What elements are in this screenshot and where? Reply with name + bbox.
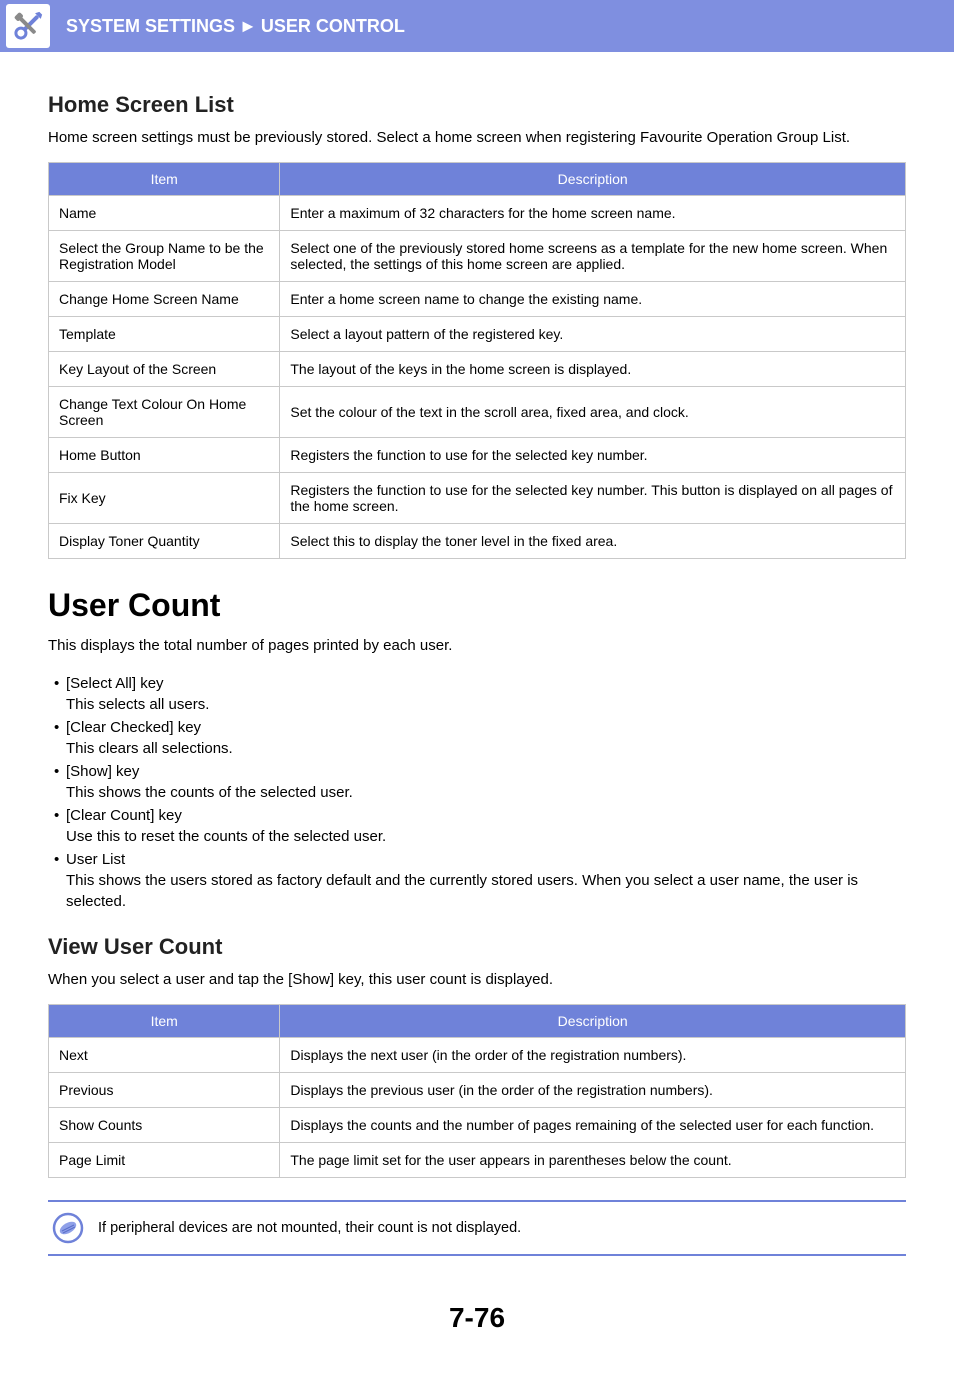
cell-item: Next xyxy=(49,1037,280,1072)
key-name: [Clear Count] key xyxy=(66,807,182,824)
cell-item: Home Button xyxy=(49,438,280,473)
cell-item: Previous xyxy=(49,1072,280,1107)
key-desc: This selects all users. xyxy=(66,694,906,715)
breadcrumb-part1: SYSTEM SETTINGS xyxy=(66,16,235,37)
table-head-item: Item xyxy=(49,163,280,196)
table-row: Display Toner QuantitySelect this to dis… xyxy=(49,524,906,559)
bullet-icon: • xyxy=(54,849,59,870)
note-text: If peripheral devices are not mounted, t… xyxy=(98,1220,521,1236)
cell-desc: The page limit set for the user appears … xyxy=(280,1142,906,1177)
page-number: 7-76 xyxy=(48,1302,906,1364)
table-row: TemplateSelect a layout pattern of the r… xyxy=(49,317,906,352)
cell-desc: Registers the function to use for the se… xyxy=(280,473,906,524)
table-head-desc: Description xyxy=(280,1004,906,1037)
key-name: User List xyxy=(66,851,125,868)
header-band: SYSTEM SETTINGS ► USER CONTROL xyxy=(0,0,954,52)
user-count-key-list: • [Select All] key This selects all users.… xyxy=(48,673,906,912)
user-count-intro: This displays the total number of pages … xyxy=(48,636,906,656)
cell-desc: The layout of the keys in the home scree… xyxy=(280,352,906,387)
cell-item: Select the Group Name to be the Registra… xyxy=(49,231,280,282)
table-row: Select the Group Name to be the Registra… xyxy=(49,231,906,282)
cell-desc: Set the colour of the text in the scroll… xyxy=(280,387,906,438)
key-desc: This clears all selections. xyxy=(66,738,906,759)
user-count-heading: User Count xyxy=(48,587,906,624)
list-item: • User List This shows the users stored as… xyxy=(54,849,906,912)
cell-item: Key Layout of the Screen xyxy=(49,352,280,387)
table-head-item: Item xyxy=(49,1004,280,1037)
table-row: Change Home Screen NameEnter a home scre… xyxy=(49,282,906,317)
list-item: • [Show] key This shows the counts of the … xyxy=(54,761,906,803)
key-desc: Use this to reset the counts of the sele… xyxy=(66,826,906,847)
cell-desc: Registers the function to use for the se… xyxy=(280,438,906,473)
list-item: • [Clear Checked] key This clears all sele… xyxy=(54,717,906,759)
table-row: Show CountsDisplays the counts and the n… xyxy=(49,1107,906,1142)
table-row: NameEnter a maximum of 32 characters for… xyxy=(49,196,906,231)
bullet-icon: • xyxy=(54,761,59,782)
table-head-desc: Description xyxy=(280,163,906,196)
cell-desc: Select a layout pattern of the registere… xyxy=(280,317,906,352)
breadcrumb: SYSTEM SETTINGS ► USER CONTROL xyxy=(66,16,405,37)
table-row: Page LimitThe page limit set for the use… xyxy=(49,1142,906,1177)
cell-desc: Enter a maximum of 32 characters for the… xyxy=(280,196,906,231)
table-row: Home ButtonRegisters the function to use… xyxy=(49,438,906,473)
home-screen-list-heading: Home Screen List xyxy=(48,92,906,118)
bullet-icon: • xyxy=(54,805,59,826)
list-item: • [Select All] key This selects all users. xyxy=(54,673,906,715)
cell-desc: Displays the previous user (in the order… xyxy=(280,1072,906,1107)
cell-item: Page Limit xyxy=(49,1142,280,1177)
cell-desc: Select one of the previously stored home… xyxy=(280,231,906,282)
breadcrumb-sep-icon: ► xyxy=(239,16,257,37)
key-name: [Clear Checked] key xyxy=(66,719,201,736)
view-user-count-table: Item Description NextDisplays the next u… xyxy=(48,1004,906,1178)
home-screen-list-table: Item Description NameEnter a maximum of … xyxy=(48,162,906,559)
table-row: Change Text Colour On Home ScreenSet the… xyxy=(49,387,906,438)
breadcrumb-part2: USER CONTROL xyxy=(261,16,405,37)
key-desc: This shows the counts of the selected us… xyxy=(66,782,906,803)
cell-desc: Select this to display the toner level i… xyxy=(280,524,906,559)
key-name: [Select All] key xyxy=(66,675,164,692)
table-row: NextDisplays the next user (in the order… xyxy=(49,1037,906,1072)
table-row: Fix KeyRegisters the function to use for… xyxy=(49,473,906,524)
note-icon xyxy=(52,1212,84,1244)
cell-desc: Enter a home screen name to change the e… xyxy=(280,282,906,317)
table-row: Key Layout of the ScreenThe layout of th… xyxy=(49,352,906,387)
cell-desc: Displays the counts and the number of pa… xyxy=(280,1107,906,1142)
list-item: • [Clear Count] key Use this to reset the … xyxy=(54,805,906,847)
note-box: If peripheral devices are not mounted, t… xyxy=(48,1200,906,1256)
cell-item: Display Toner Quantity xyxy=(49,524,280,559)
key-name: [Show] key xyxy=(66,763,139,780)
bullet-icon: • xyxy=(54,717,59,738)
table-row: PreviousDisplays the previous user (in t… xyxy=(49,1072,906,1107)
bullet-icon: • xyxy=(54,673,59,694)
cell-item: Show Counts xyxy=(49,1107,280,1142)
key-desc: This shows the users stored as factory d… xyxy=(66,870,906,912)
cell-item: Template xyxy=(49,317,280,352)
cell-item: Fix Key xyxy=(49,473,280,524)
home-screen-list-intro: Home screen settings must be previously … xyxy=(48,128,906,148)
settings-icon xyxy=(6,4,50,48)
view-user-count-heading: View User Count xyxy=(48,934,906,960)
view-user-count-intro: When you select a user and tap the [Show… xyxy=(48,970,906,990)
cell-desc: Displays the next user (in the order of … xyxy=(280,1037,906,1072)
cell-item: Change Text Colour On Home Screen xyxy=(49,387,280,438)
cell-item: Change Home Screen Name xyxy=(49,282,280,317)
cell-item: Name xyxy=(49,196,280,231)
